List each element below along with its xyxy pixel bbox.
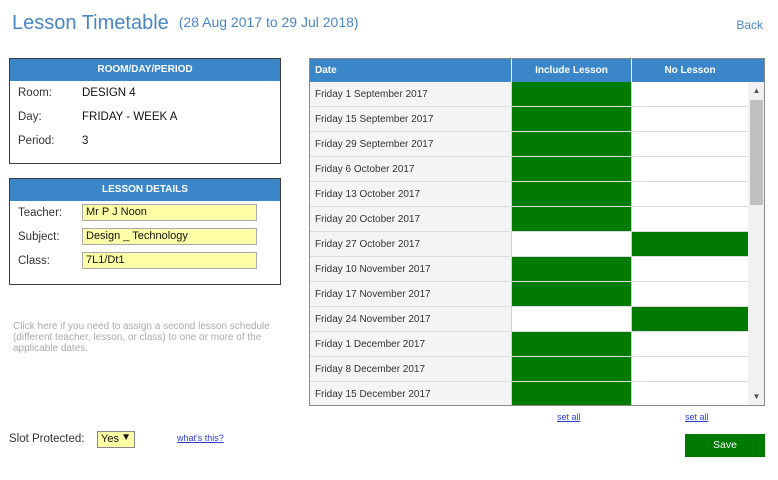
table-row: Friday 8 December 2017	[310, 357, 748, 382]
no-lesson-cell[interactable]	[631, 132, 748, 156]
include-lesson-cell[interactable]	[511, 257, 631, 281]
class-label: Class:	[18, 255, 50, 267]
grid-scrollbar[interactable]: ▲ ▼	[748, 82, 764, 405]
row-date: Friday 29 September 2017	[310, 132, 511, 156]
row-date: Friday 10 November 2017	[310, 257, 511, 281]
triangle-up-icon[interactable]: ▲	[748, 84, 764, 98]
triangle-down-icon[interactable]: ▼	[748, 390, 764, 404]
row-date: Friday 17 November 2017	[310, 282, 511, 306]
no-lesson-cell[interactable]	[631, 232, 748, 256]
day-row: Day: FRIDAY - WEEK A	[10, 105, 280, 129]
room-day-period-panel: ROOM/DAY/PERIOD Room: DESIGN 4 Day: FRID…	[9, 58, 281, 164]
set-all-include-link[interactable]: set all	[557, 412, 581, 422]
table-row: Friday 1 December 2017	[310, 332, 748, 357]
row-date: Friday 8 December 2017	[310, 357, 511, 381]
no-lesson-cell[interactable]	[631, 307, 748, 331]
include-column-header: Include Lesson	[511, 59, 631, 82]
room-value: DESIGN 4	[82, 87, 136, 99]
include-lesson-cell[interactable]	[511, 282, 631, 306]
no-lesson-cell[interactable]	[631, 257, 748, 281]
subject-field[interactable]: Design _ Technology	[82, 228, 257, 245]
page-title-text: Lesson Timetable	[12, 12, 169, 34]
subject-label: Subject:	[18, 231, 60, 243]
no-lesson-cell[interactable]	[631, 157, 748, 181]
room-panel-title: ROOM/DAY/PERIOD	[10, 59, 280, 81]
period-label: Period:	[18, 135, 55, 147]
day-value: FRIDAY - WEEK A	[82, 111, 178, 123]
no-lesson-cell[interactable]	[631, 82, 748, 106]
slot-protected-select[interactable]: Yes ▼	[97, 431, 135, 448]
scrollbar-thumb[interactable]	[750, 100, 763, 205]
page-title: Lesson Timetable (28 Aug 2017 to 29 Jul 2…	[12, 12, 359, 35]
row-date: Friday 13 October 2017	[310, 182, 511, 206]
include-lesson-cell[interactable]	[511, 382, 631, 405]
class-field[interactable]: 7L1/Dt1	[82, 252, 257, 269]
scrollbar-header-spacer	[748, 59, 764, 82]
row-date: Friday 27 October 2017	[310, 232, 511, 256]
table-row: Friday 6 October 2017	[310, 157, 748, 182]
include-lesson-cell[interactable]	[511, 182, 631, 206]
row-date: Friday 1 September 2017	[310, 82, 511, 106]
row-date: Friday 20 October 2017	[310, 207, 511, 231]
day-label: Day:	[18, 111, 42, 123]
dates-grid: Date Include Lesson No Lesson Friday 1 S…	[309, 58, 765, 406]
period-row: Period: 3	[10, 129, 280, 153]
row-date: Friday 6 October 2017	[310, 157, 511, 181]
row-date: Friday 15 September 2017	[310, 107, 511, 131]
save-button[interactable]: Save	[685, 434, 765, 457]
no-lesson-cell[interactable]	[631, 282, 748, 306]
room-row: Room: DESIGN 4	[10, 81, 280, 105]
include-lesson-cell[interactable]	[511, 157, 631, 181]
lesson-panel-title: LESSON DETAILS	[10, 179, 280, 201]
slot-protected-label: Slot Protected:	[9, 433, 85, 445]
table-row: Friday 15 September 2017	[310, 107, 748, 132]
room-label: Room:	[18, 87, 52, 99]
row-date: Friday 24 November 2017	[310, 307, 511, 331]
class-row: Class: 7L1/Dt1	[10, 249, 280, 273]
include-lesson-cell[interactable]	[511, 332, 631, 356]
set-all-no-lesson-link[interactable]: set all	[685, 412, 709, 422]
row-date: Friday 15 December 2017	[310, 382, 511, 405]
table-row: Friday 13 October 2017	[310, 182, 748, 207]
second-schedule-link[interactable]: Click here if you need to assign a secon…	[13, 321, 281, 354]
teacher-field[interactable]: Mr P J Noon	[82, 204, 257, 221]
no-lesson-cell[interactable]	[631, 382, 748, 405]
include-lesson-cell[interactable]	[511, 207, 631, 231]
row-date: Friday 1 December 2017	[310, 332, 511, 356]
include-lesson-cell[interactable]	[511, 357, 631, 381]
no-lesson-cell[interactable]	[631, 332, 748, 356]
table-row: Friday 29 September 2017	[310, 132, 748, 157]
whats-this-link[interactable]: what's this?	[177, 433, 224, 443]
table-row: Friday 10 November 2017	[310, 257, 748, 282]
back-link[interactable]: Back	[736, 18, 763, 32]
table-row: Friday 27 October 2017	[310, 232, 748, 257]
date-column-header: Date	[310, 59, 511, 82]
teacher-label: Teacher:	[18, 207, 63, 219]
no-lesson-cell[interactable]	[631, 357, 748, 381]
include-lesson-cell[interactable]	[511, 107, 631, 131]
slot-protected-value: Yes	[101, 433, 119, 445]
subject-row: Subject: Design _ Technology	[10, 225, 280, 249]
no-lesson-cell[interactable]	[631, 107, 748, 131]
date-range: (28 Aug 2017 to 29 Jul 2018)	[178, 14, 359, 30]
triangle-down-icon: ▼	[121, 432, 131, 443]
lesson-details-panel: LESSON DETAILS Teacher: Mr P J Noon Subj…	[9, 178, 281, 285]
table-row: Friday 15 December 2017	[310, 382, 748, 405]
include-lesson-cell[interactable]	[511, 232, 631, 256]
teacher-row: Teacher: Mr P J Noon	[10, 201, 280, 225]
include-lesson-cell[interactable]	[511, 307, 631, 331]
grid-body: Friday 1 September 2017 Friday 15 Septemb…	[310, 82, 748, 405]
table-row: Friday 20 October 2017	[310, 207, 748, 232]
table-row: Friday 17 November 2017	[310, 282, 748, 307]
period-value: 3	[82, 135, 89, 147]
table-row: Friday 24 November 2017	[310, 307, 748, 332]
no-lesson-cell[interactable]	[631, 207, 748, 231]
no-lesson-cell[interactable]	[631, 182, 748, 206]
include-lesson-cell[interactable]	[511, 82, 631, 106]
no-lesson-column-header: No Lesson	[631, 59, 748, 82]
table-row: Friday 1 September 2017	[310, 82, 748, 107]
include-lesson-cell[interactable]	[511, 132, 631, 156]
